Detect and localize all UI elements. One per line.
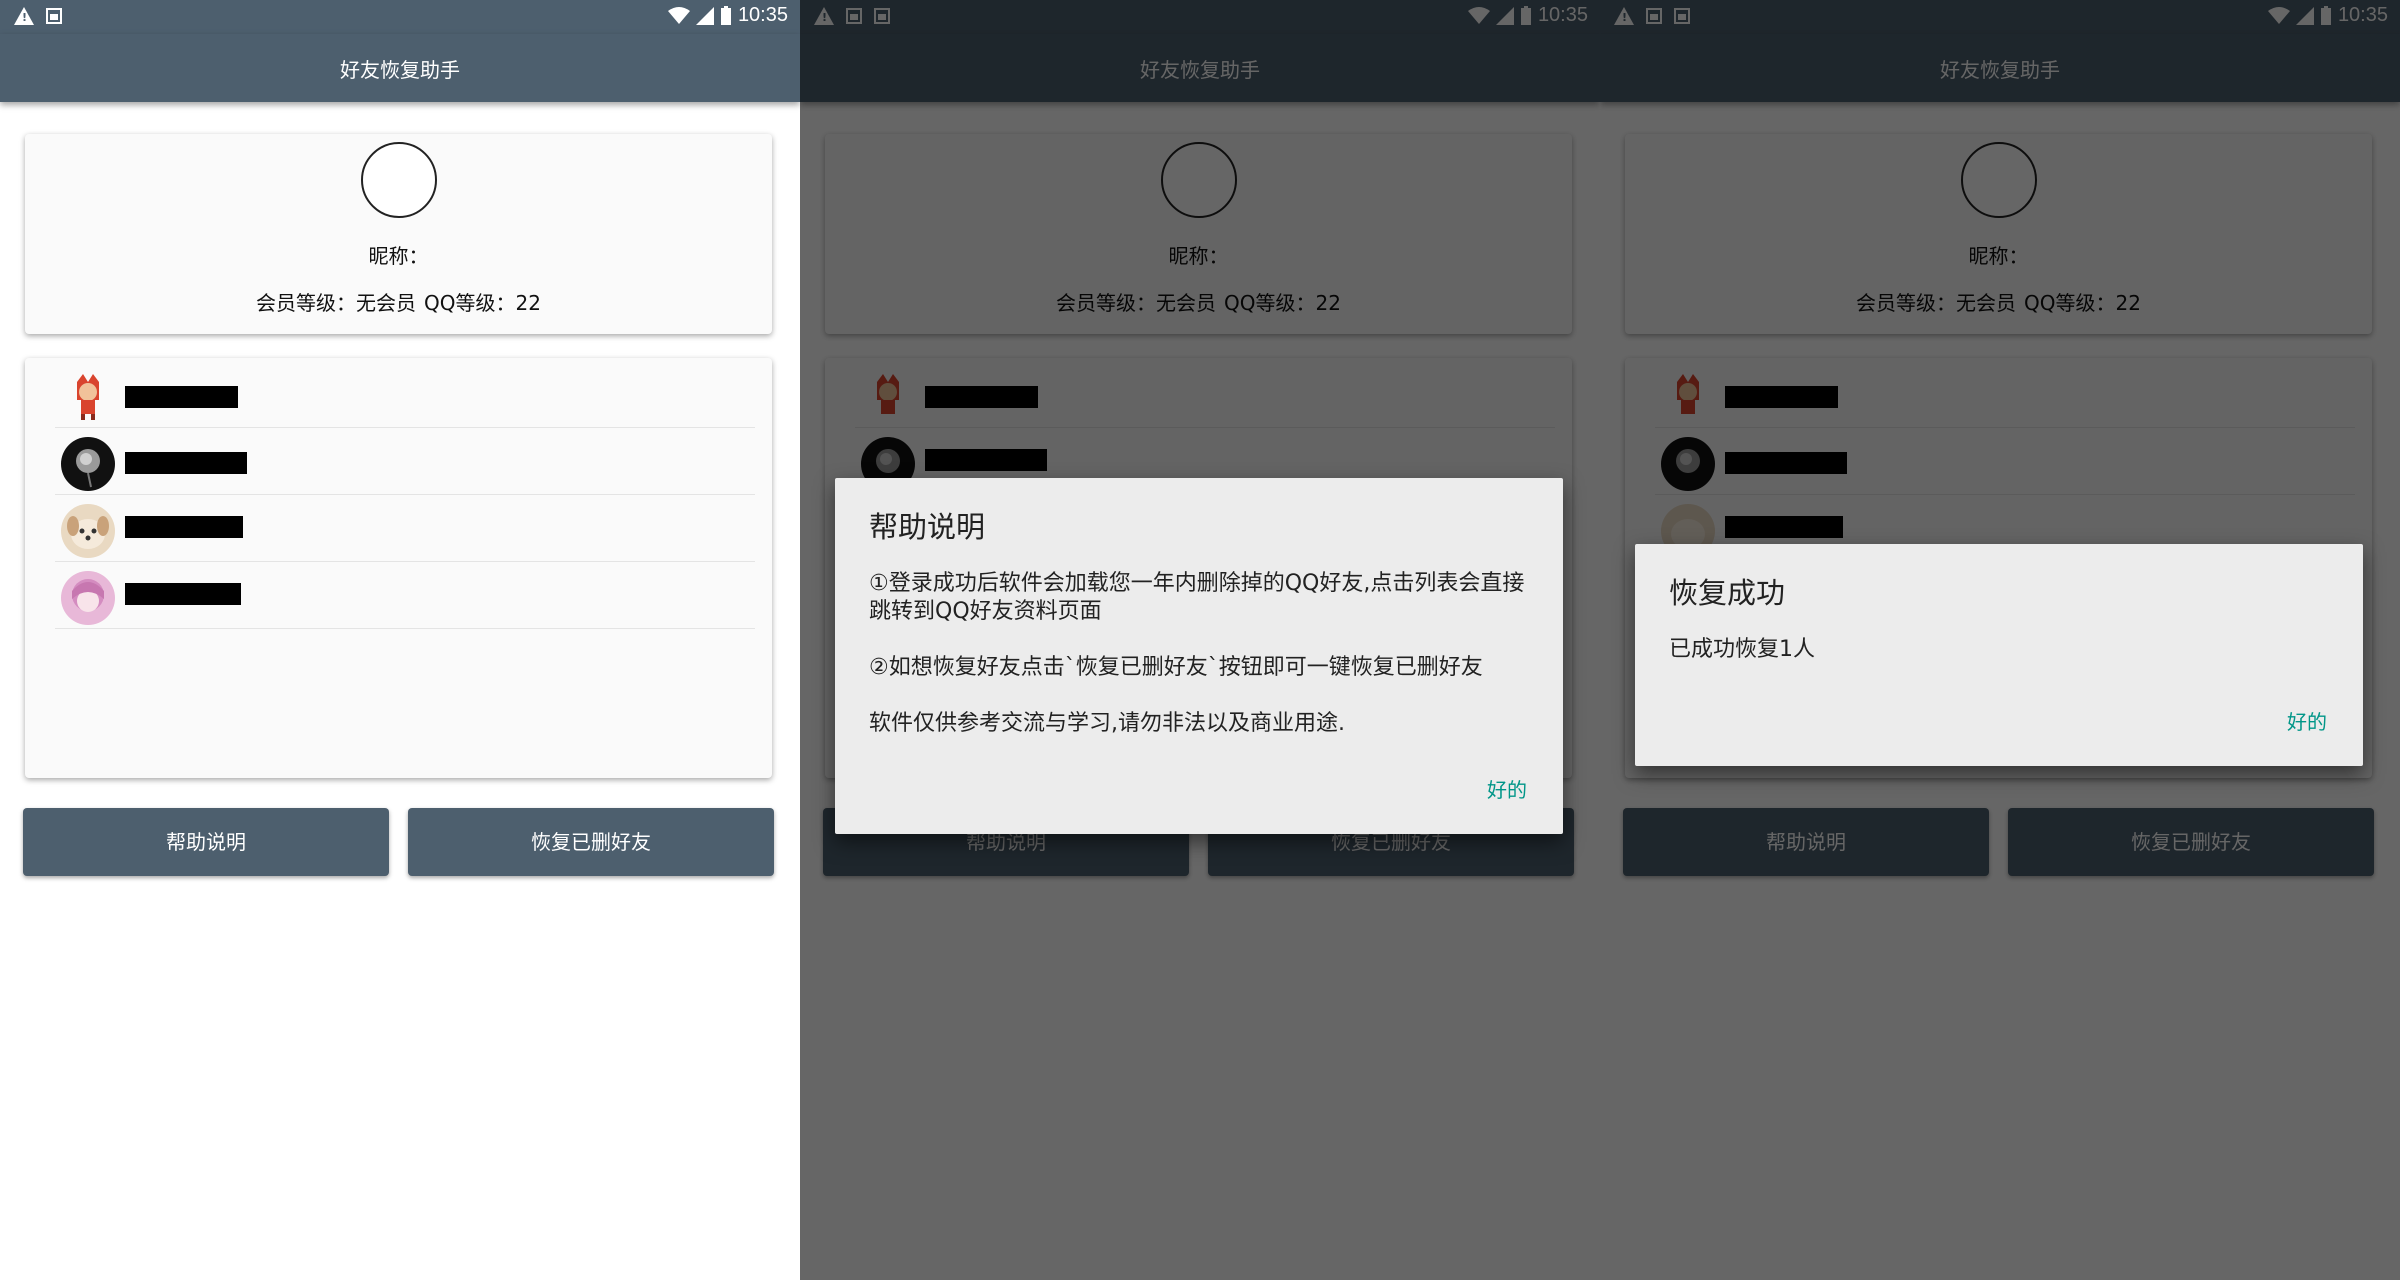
redacted-name [125,386,238,408]
dog-avatar-icon [61,504,115,558]
wifi-icon [667,6,690,24]
screen-success-dialog: ! 10:35 好友恢复助手 昵称： 会员等级：无会员QQ等级：22 [1600,0,2400,1280]
status-bar: ! 10:35 [0,0,800,34]
help-line-3: 软件仅供参考交流与学习,请勿非法以及商业用途. [869,711,1345,736]
friend-list [25,358,772,778]
battery-icon [720,5,731,25]
help-line-1: ①登录成功后软件会加载您一年内删除掉的QQ好友,点击列表会直接跳转到QQ好友资料… [869,571,1525,624]
nickname-label: 昵称： [368,244,429,268]
app-title: 好友恢复助手 [340,58,460,82]
profile-card: 昵称： 会员等级：无会员 QQ等级：22 [25,134,772,334]
level-info: 会员等级：无会员 QQ等级：22 [25,287,772,316]
status-time: 10:35 [737,4,788,26]
notification-a-icon [46,8,62,24]
help-button[interactable]: 帮助说明 [23,808,389,876]
list-item[interactable] [55,561,755,629]
redacted-name [125,516,243,538]
pink-anime-avatar-icon [61,571,115,625]
list-item[interactable] [55,360,755,428]
dark-flower-avatar-icon [61,437,115,491]
user-avatar[interactable] [361,142,437,218]
restore-friends-button[interactable]: 恢复已删好友 [408,808,774,876]
dialog-title: 恢复成功 [1669,576,1786,610]
app-bar: 好友恢复助手 [0,34,800,102]
ok-button[interactable]: 好的 [1487,774,1527,803]
help-line-2: ②如想恢复好友点击`恢复已删好友`按钮即可一键恢复已删好友 [869,655,1483,680]
success-dialog: 恢复成功 已成功恢复1人 好的 [1635,544,2363,766]
member-level: 会员等级：无会员 [256,291,417,315]
dialog-title: 帮助说明 [869,510,986,544]
list-item[interactable] [55,494,755,562]
red-fox-avatar-icon [61,370,115,424]
list-item[interactable] [55,427,755,495]
success-message: 已成功恢复1人 [1669,637,1815,662]
redacted-name [125,583,241,605]
screen-help-dialog: ! 10:35 好友恢复助手 昵称： 会员等级：无会员QQ等级：22 [800,0,1600,1280]
help-dialog: 帮助说明 ①登录成功后软件会加载您一年内删除掉的QQ好友,点击列表会直接跳转到Q… [835,478,1563,834]
warning-icon: ! [14,7,34,25]
ok-button[interactable]: 好的 [2287,706,2327,735]
qq-level: QQ等级：22 [424,291,541,315]
screen-main: ! 10:35 好友恢复助手 昵称： 会员等级：无会员 QQ等级：22 帮助说明… [0,0,800,1280]
signal-icon [695,6,714,25]
redacted-name [125,452,247,474]
